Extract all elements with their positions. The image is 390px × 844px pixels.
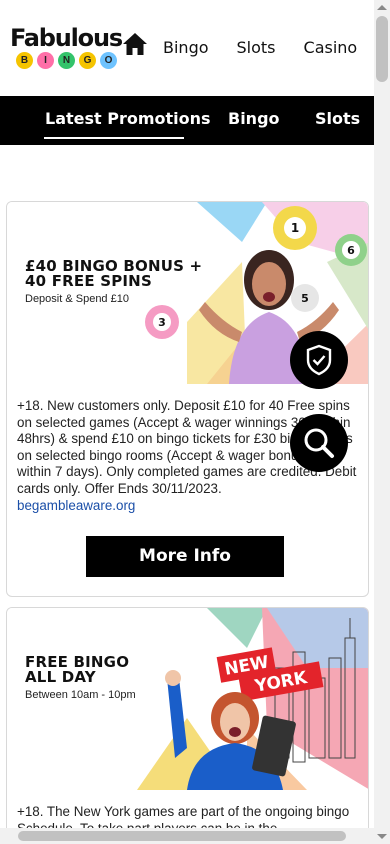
nav-slots[interactable]: Slots	[237, 38, 276, 57]
ball-number: 6	[347, 244, 355, 257]
top-nav: Bingo Slots Casino	[163, 38, 385, 57]
shield-check-icon[interactable]	[290, 331, 348, 389]
nav-casino[interactable]: Casino	[304, 38, 358, 57]
ball-number: 5	[301, 292, 309, 305]
promo-title-line: 40 FREE SPINS	[25, 272, 152, 290]
home-icon[interactable]	[122, 32, 148, 56]
search-icon[interactable]	[290, 414, 348, 472]
ball-number: 1	[291, 221, 299, 235]
promo-title-line: ALL DAY	[25, 668, 96, 686]
promo-subtitle: Between 10am - 10pm	[25, 689, 136, 701]
logo-ball: I	[37, 52, 54, 69]
promo-title: £40 BINGO BONUS + 40 FREE SPINS	[25, 259, 202, 289]
vertical-scrollbar[interactable]	[374, 0, 390, 844]
active-tab-indicator	[44, 137, 184, 139]
logo-balls: B I N G O	[10, 52, 125, 69]
horizontal-scrollbar-thumb[interactable]	[18, 831, 346, 841]
tab-slots[interactable]: Slots	[315, 109, 360, 128]
promotions-nav: Latest Promotions Bingo Slots	[0, 96, 374, 145]
promo-banner: NEW YORK FREE BINGO ALL DAY Between 10am…	[7, 608, 368, 790]
logo-word: Fabulous	[10, 24, 123, 52]
tab-latest-promotions[interactable]: Latest Promotions	[45, 109, 211, 128]
scroll-up-arrow-icon[interactable]	[377, 5, 387, 10]
tab-bingo[interactable]: Bingo	[228, 109, 280, 128]
scroll-down-arrow-icon[interactable]	[377, 834, 387, 839]
scrollbar-thumb[interactable]	[376, 16, 388, 82]
promo-card: 1 6 3 5 £40 BINGO BONUS + 40 FREE SPINS …	[6, 201, 369, 597]
logo-ball: N	[58, 52, 75, 69]
logo-ball: B	[16, 52, 33, 69]
nav-bingo[interactable]: Bingo	[163, 38, 209, 57]
logo-ball: O	[100, 52, 117, 69]
promo-subtitle: Deposit & Spend £10	[25, 293, 129, 305]
site-header: Fabulous B I N G O Bingo Slots Casino	[0, 0, 374, 96]
begambleaware-link[interactable]: begambleaware.org	[17, 498, 135, 513]
more-info-button[interactable]: More Info	[86, 536, 284, 577]
logo-ball: G	[79, 52, 96, 69]
horizontal-scrollbar[interactable]	[0, 828, 374, 844]
promo-card: NEW YORK FREE BINGO ALL DAY Between 10am…	[6, 607, 369, 844]
ball-number: 3	[158, 316, 166, 329]
promo-title: FREE BINGO ALL DAY	[25, 655, 129, 685]
fabulous-bingo-logo[interactable]: Fabulous B I N G O	[10, 26, 125, 74]
